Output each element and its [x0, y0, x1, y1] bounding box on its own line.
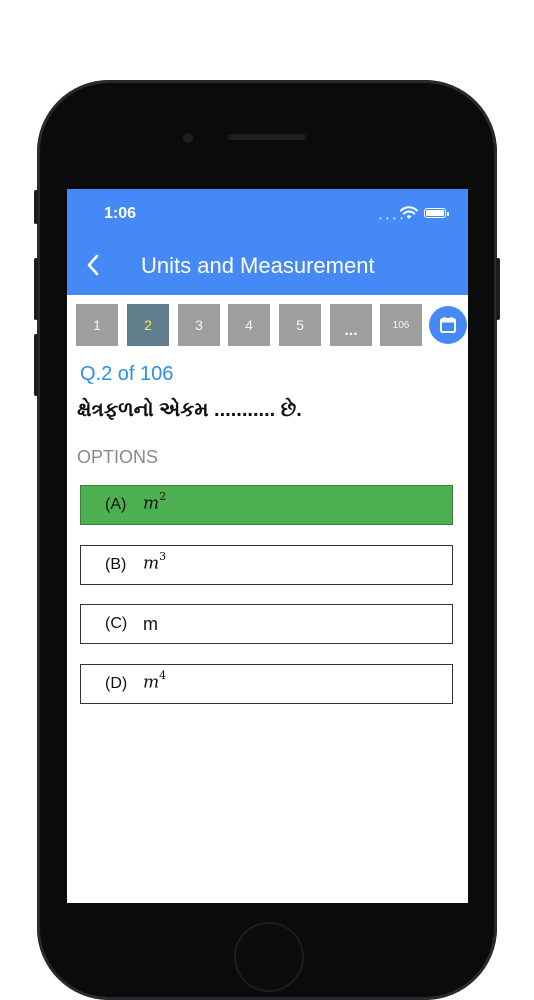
- calendar-icon: [440, 317, 456, 333]
- option-a[interactable]: (A) m2: [80, 485, 453, 525]
- options-heading: OPTIONS: [77, 447, 159, 467]
- front-camera: [183, 133, 193, 143]
- mute-switch: [34, 190, 38, 224]
- app-bar: 1:06 • • • • Units and Measurement: [67, 189, 468, 295]
- volume-down-button: [34, 334, 38, 396]
- battery-icon: [424, 208, 449, 218]
- app-screen: 1:06 • • • • Units and Measurement 1 2 3…: [67, 189, 468, 903]
- question-number: Q.2 of 106: [80, 363, 174, 385]
- chevron-left-icon: [87, 254, 99, 276]
- option-letter: (C): [105, 615, 128, 632]
- option-c[interactable]: (C) m: [80, 604, 453, 644]
- option-value: m4: [143, 669, 167, 693]
- page-button-1[interactable]: 1: [76, 304, 118, 346]
- page-button-more[interactable]: ...: [330, 304, 372, 346]
- wifi-icon: [400, 206, 418, 219]
- page-button-5[interactable]: 5: [279, 304, 321, 346]
- page-button-4[interactable]: 4: [228, 304, 270, 346]
- page-title: Units and Measurement: [141, 253, 375, 278]
- page-button-2[interactable]: 2: [127, 304, 169, 346]
- home-button: [234, 922, 304, 992]
- option-d[interactable]: (D) m4: [80, 664, 453, 704]
- option-value: m: [143, 613, 158, 634]
- option-value: m3: [143, 550, 167, 574]
- option-letter: (D): [105, 675, 128, 692]
- calendar-button[interactable]: [429, 306, 467, 344]
- option-letter: (A): [105, 496, 127, 513]
- question-text: ક્ષેત્રફળનો એકમ ........... છે.: [77, 399, 302, 421]
- option-letter: (B): [105, 556, 127, 573]
- power-button: [496, 258, 500, 320]
- page-button-3[interactable]: 3: [178, 304, 220, 346]
- status-time: 1:06: [104, 205, 137, 222]
- option-b[interactable]: (B) m3: [80, 545, 453, 585]
- question-pager: 1 2 3 4 5 ... 106: [76, 304, 468, 346]
- option-value: m2: [143, 490, 167, 514]
- back-button[interactable]: [79, 249, 107, 281]
- volume-up-button: [34, 258, 38, 320]
- page-button-last[interactable]: 106: [380, 304, 422, 346]
- earpiece-speaker: [228, 134, 306, 140]
